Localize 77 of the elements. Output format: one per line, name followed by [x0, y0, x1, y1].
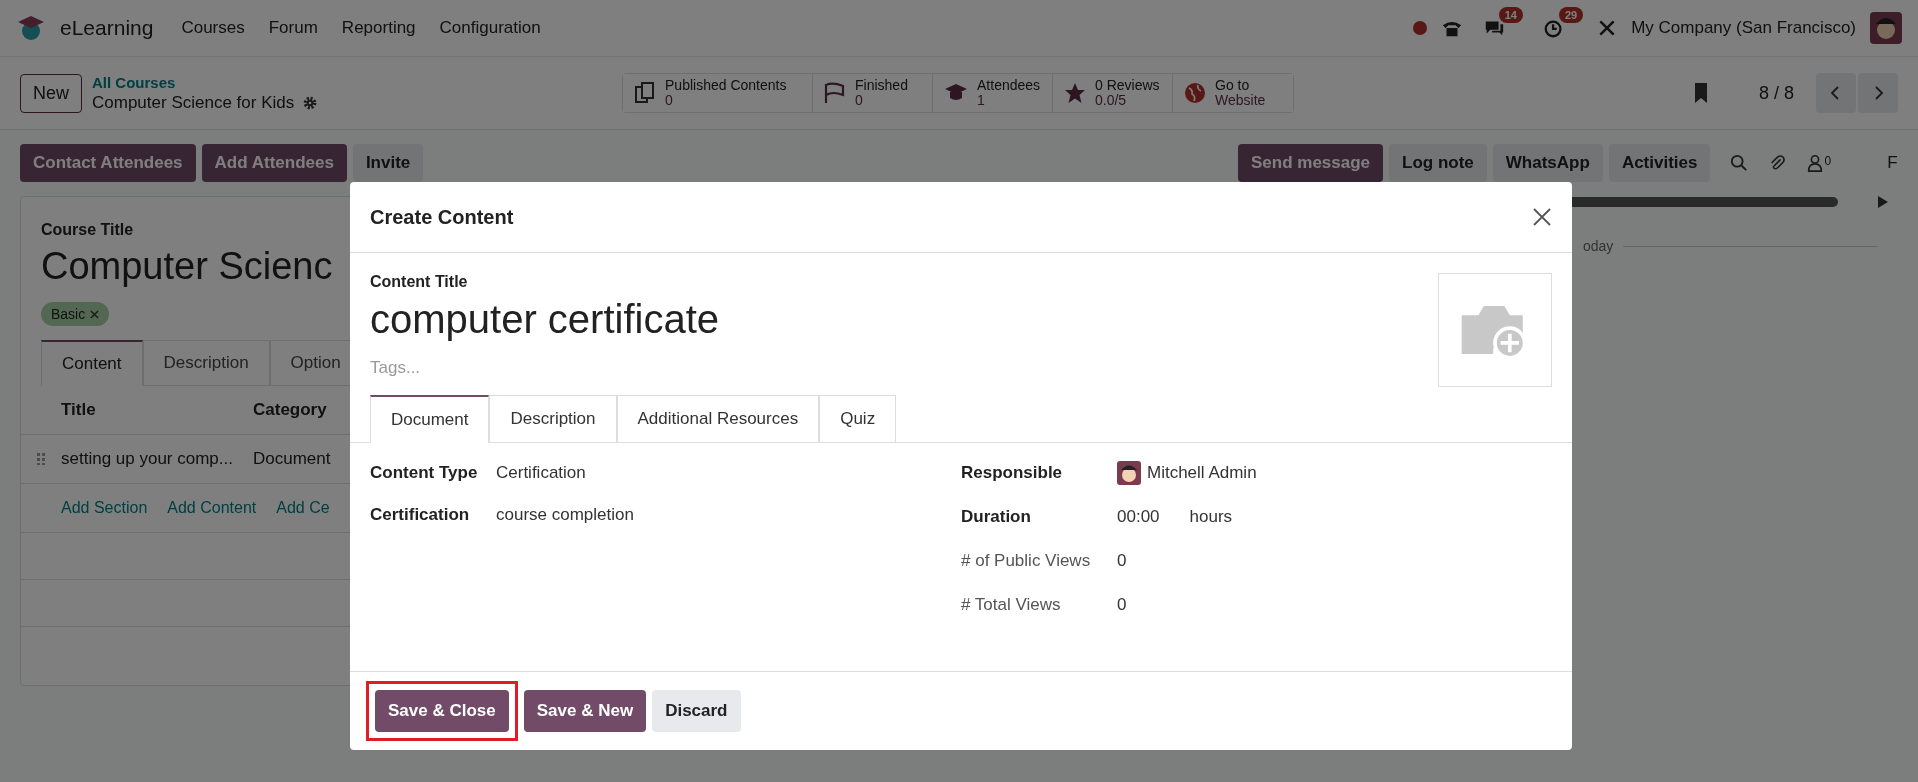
column-header[interactable]: Title	[61, 400, 253, 420]
graduation-cap-icon[interactable]	[16, 13, 46, 43]
avatar-icon	[1117, 461, 1141, 485]
field-label: Duration	[961, 507, 1032, 527]
add-line-link[interactable]: Add Content	[167, 499, 257, 517]
column-header[interactable]: Category	[253, 400, 327, 420]
follow-link[interactable]: F	[1887, 153, 1898, 173]
avatar-icon[interactable]	[1870, 12, 1902, 44]
status-dot-icon[interactable]	[1412, 21, 1427, 35]
dialog-title: Create Content	[370, 205, 514, 229]
documents-icon	[633, 81, 657, 105]
table-cell: Document	[253, 449, 331, 469]
title-field[interactable]: computer certificate	[370, 297, 720, 342]
chatter-button[interactable]: WhatsApp	[1492, 144, 1603, 182]
stat-button[interactable]: Published Contents 0	[623, 73, 813, 113]
field-label: # of Public Views	[961, 551, 1092, 571]
breadcrumb-current: Computer Science for Kids	[92, 92, 295, 113]
field-label: Content Title	[370, 273, 469, 291]
field-value[interactable]: 0	[1117, 595, 1127, 615]
settings-icon[interactable]	[302, 94, 319, 111]
close-icon[interactable]	[1532, 207, 1552, 227]
flag-icon	[823, 81, 847, 105]
company-switcher[interactable]: My Company (San Francisco)	[1631, 18, 1856, 38]
field-label: Course Title	[41, 221, 135, 239]
remove-icon[interactable]	[90, 309, 100, 319]
dialog-button[interactable]: Save & New	[523, 690, 647, 732]
globe-icon	[1183, 81, 1207, 105]
course-title: Computer Scienc	[41, 245, 334, 288]
notebook-tab[interactable]: Additional Resources	[616, 395, 820, 443]
field-value[interactable]: 0	[1117, 551, 1127, 571]
chatter-button[interactable]: Send message	[1238, 144, 1384, 182]
field-label: Content Type	[370, 463, 479, 483]
drag-handle-icon[interactable]	[37, 453, 45, 465]
breadcrumb-link[interactable]: All Courses	[92, 73, 612, 91]
menu-item[interactable]: Reporting	[341, 18, 416, 38]
field-value[interactable]: course completion	[496, 505, 634, 525]
notebook-tab[interactable]: Description	[142, 340, 270, 386]
count-badge: 14	[1498, 7, 1523, 23]
next-button[interactable]	[1858, 73, 1898, 113]
previous-button[interactable]	[1816, 73, 1856, 113]
field-value[interactable]: 00:00	[1117, 507, 1160, 527]
menu-item[interactable]: Courses	[181, 18, 245, 38]
add-line-link[interactable]: Add Ce	[276, 499, 330, 517]
date-separator: oday	[1583, 238, 1614, 254]
dialog-button[interactable]: Discard	[652, 690, 741, 732]
dialog-button[interactable]: Save & Close	[375, 690, 509, 732]
field-value[interactable]: Certification	[496, 463, 586, 483]
tag-chip[interactable]: Basic	[41, 302, 110, 326]
count-badge: 29	[1558, 7, 1584, 23]
notebook-tab[interactable]: Description	[489, 395, 617, 443]
field-label: Responsible	[961, 463, 1064, 483]
search-icon[interactable]	[1730, 154, 1749, 172]
add-line-link[interactable]: Add Section	[61, 499, 148, 517]
notebook-tab[interactable]: Quiz	[819, 395, 897, 443]
pager-counter[interactable]: 8 / 8	[1758, 82, 1794, 104]
bookmark-icon[interactable]	[1692, 81, 1709, 105]
chatter-button[interactable]: Activities	[1608, 144, 1711, 182]
table-cell-text: setting up your comp...	[61, 449, 234, 469]
action-button[interactable]: Add Attendees	[201, 144, 347, 182]
paperclip-icon[interactable]	[1768, 154, 1787, 172]
action-button[interactable]: Contact Attendees	[20, 144, 196, 182]
follower-count: 0	[1824, 154, 1832, 168]
unit-label: hours	[1189, 507, 1233, 527]
person-icon[interactable]	[1806, 154, 1825, 172]
star-icon	[1063, 81, 1087, 105]
play-icon[interactable]	[1878, 196, 1888, 208]
field-value[interactable]: Mitchell Admin	[1147, 463, 1257, 483]
app-name[interactable]: eLearning	[60, 16, 154, 40]
action-button[interactable]: Invite	[352, 144, 424, 182]
new-button[interactable]: New	[20, 73, 82, 113]
menu-item[interactable]: Configuration	[439, 18, 541, 38]
field-label: # Total Views	[961, 595, 1062, 615]
field-label: Certification	[370, 505, 471, 525]
notebook-tab[interactable]: Document	[370, 395, 490, 443]
chatter-button[interactable]: Log note	[1389, 144, 1487, 182]
notebook-tab[interactable]: Content	[41, 340, 143, 386]
menu-item[interactable]: Forum	[268, 18, 318, 38]
